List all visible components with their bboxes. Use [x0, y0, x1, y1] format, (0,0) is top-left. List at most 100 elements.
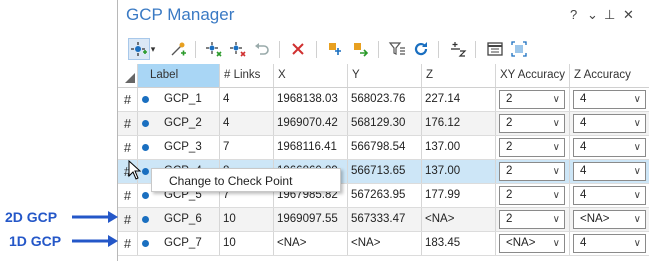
xy-accuracy-select[interactable]: 2 ∨: [499, 162, 565, 181]
z-accuracy-select[interactable]: 4 ∨: [573, 186, 646, 205]
zoom-extent-icon[interactable]: [509, 39, 529, 59]
chevron-down-icon[interactable]: ∨: [634, 187, 641, 204]
undo-icon[interactable]: [252, 39, 272, 59]
table-row[interactable]: # GCP_1 4 1968138.03 568023.76 227.14 2 ∨ 4 ∨: [118, 88, 649, 112]
add-gcp-icon[interactable]: [128, 38, 150, 60]
gcp-point-icon: [142, 96, 149, 103]
chevron-down-icon[interactable]: ∨: [634, 91, 641, 108]
chevron-down-icon[interactable]: ∨: [634, 163, 641, 180]
cell-label[interactable]: GCP_2: [137, 112, 219, 135]
cell-y[interactable]: 567333.47: [347, 208, 421, 231]
chevron-down-icon[interactable]: ∨: [553, 139, 560, 156]
cell-z[interactable]: 176.12: [421, 112, 495, 135]
cell-label[interactable]: GCP_7: [137, 232, 219, 255]
chevron-down-icon[interactable]: ∨: [553, 211, 560, 228]
cell-z[interactable]: <NA>: [421, 208, 495, 231]
table-view-icon[interactable]: [485, 39, 505, 59]
select-value: 4: [580, 117, 587, 129]
column-header-xy-accuracy[interactable]: XY Accuracy: [495, 64, 569, 87]
context-menu-item-change-to-check-point[interactable]: Change to Check Point: [169, 174, 292, 188]
chevron-down-icon[interactable]: ∨: [634, 139, 641, 156]
chevron-down-icon[interactable]: ∨: [553, 163, 560, 180]
close-button[interactable]: ✕: [623, 7, 634, 23]
cell-x[interactable]: 1968138.03: [273, 88, 347, 111]
select-value: 2: [506, 117, 513, 129]
options-button[interactable]: ⌄: [587, 7, 598, 23]
column-header-z-accuracy[interactable]: Z Accuracy: [569, 64, 649, 87]
chevron-down-icon[interactable]: ∨: [553, 115, 560, 132]
cell-x[interactable]: 1969097.55: [273, 208, 347, 231]
column-header-z[interactable]: Z: [421, 64, 495, 87]
cell-z[interactable]: 137.00: [421, 136, 495, 159]
row-header[interactable]: #: [118, 208, 137, 231]
cell-x[interactable]: <NA>: [273, 232, 347, 255]
xy-accuracy-select[interactable]: 2 ∨: [499, 114, 565, 133]
cell-z[interactable]: 177.99: [421, 184, 495, 207]
cell-links[interactable]: 7: [219, 136, 273, 159]
cell-label[interactable]: GCP_6: [137, 208, 219, 231]
row-header[interactable]: #: [118, 136, 137, 159]
xy-accuracy-select[interactable]: 2 ∨: [499, 210, 565, 229]
add-point-icon[interactable]: [168, 39, 188, 59]
z-accuracy-select[interactable]: 4 ∨: [573, 162, 646, 181]
cell-z[interactable]: 227.14: [421, 88, 495, 111]
cell-x[interactable]: 1969070.42: [273, 112, 347, 135]
cell-y[interactable]: 567263.95: [347, 184, 421, 207]
z-accuracy-select[interactable]: 4 ∨: [573, 114, 646, 133]
cell-y[interactable]: 566713.65: [347, 160, 421, 183]
chevron-down-icon[interactable]: ∨: [553, 235, 560, 252]
chevron-down-icon[interactable]: ∨: [553, 91, 560, 108]
cell-label[interactable]: GCP_1: [137, 88, 219, 111]
cell-y[interactable]: 566798.54: [347, 136, 421, 159]
column-header-x[interactable]: X: [273, 64, 347, 87]
xy-accuracy-select[interactable]: <NA> ∨: [499, 234, 565, 253]
row-header[interactable]: #: [118, 112, 137, 135]
z-accuracy-select[interactable]: 4 ∨: [573, 234, 646, 253]
row-header[interactable]: #: [118, 184, 137, 207]
delete-points-icon[interactable]: [228, 39, 248, 59]
xy-accuracy-select[interactable]: 2 ∨: [499, 186, 565, 205]
chevron-down-icon[interactable]: ∨: [634, 211, 641, 228]
cell-y[interactable]: <NA>: [347, 232, 421, 255]
chevron-down-icon[interactable]: ∨: [634, 115, 641, 132]
cell-links[interactable]: 10: [219, 208, 273, 231]
delete-icon[interactable]: [288, 39, 308, 59]
column-header-label[interactable]: Label: [137, 64, 219, 87]
xy-accuracy-select[interactable]: 2 ∨: [499, 90, 565, 109]
cell-links[interactable]: 4: [219, 112, 273, 135]
help-button[interactable]: ?: [570, 7, 577, 22]
table-row[interactable]: # GCP_7 10 <NA> <NA> 183.45 <NA> ∨ 4 ∨: [118, 232, 649, 256]
arrow-2d-gcp-icon: [72, 211, 118, 223]
z-accuracy-select[interactable]: 4 ∨: [573, 138, 646, 157]
pin-button[interactable]: ⊥: [604, 7, 615, 23]
select-points-icon[interactable]: [204, 39, 224, 59]
table-row[interactable]: # GCP_6 10 1969097.55 567333.47 <NA> 2 ∨ <NA> ∨: [118, 208, 649, 232]
z-accuracy-select[interactable]: <NA> ∨: [573, 210, 646, 229]
row-header[interactable]: #: [118, 232, 137, 255]
sort-icon[interactable]: [448, 39, 468, 59]
cell-label[interactable]: GCP_3: [137, 136, 219, 159]
cell-x[interactable]: 1968116.41: [273, 136, 347, 159]
cell-z[interactable]: 183.45: [421, 232, 495, 255]
cell-z[interactable]: 137.00: [421, 160, 495, 183]
cell-links[interactable]: 4: [219, 88, 273, 111]
chevron-down-icon[interactable]: ∨: [634, 235, 641, 252]
export-icon[interactable]: [350, 39, 370, 59]
refresh-icon[interactable]: [411, 39, 431, 59]
cell-y[interactable]: 568129.30: [347, 112, 421, 135]
filter-icon[interactable]: [387, 39, 407, 59]
chevron-down-icon[interactable]: ∨: [553, 187, 560, 204]
table-row[interactable]: # GCP_3 7 1968116.41 566798.54 137.00 2 ∨ 4 ∨: [118, 136, 649, 160]
row-header[interactable]: #: [118, 88, 137, 111]
z-accuracy-select[interactable]: 4 ∨: [573, 90, 646, 109]
column-header-links[interactable]: # Links: [219, 64, 273, 87]
cell-links[interactable]: 10: [219, 232, 273, 255]
xy-accuracy-select[interactable]: 2 ∨: [499, 138, 565, 157]
cell-y[interactable]: 568023.76: [347, 88, 421, 111]
toolbar-separator: [438, 41, 439, 58]
column-header-y[interactable]: Y: [347, 64, 421, 87]
mouse-cursor-icon: [128, 159, 142, 185]
table-row[interactable]: # GCP_2 4 1969070.42 568129.30 176.12 2 ∨ 4 ∨: [118, 112, 649, 136]
dropdown-chevron-icon[interactable]: ▾: [148, 39, 158, 59]
import-icon[interactable]: [325, 39, 345, 59]
